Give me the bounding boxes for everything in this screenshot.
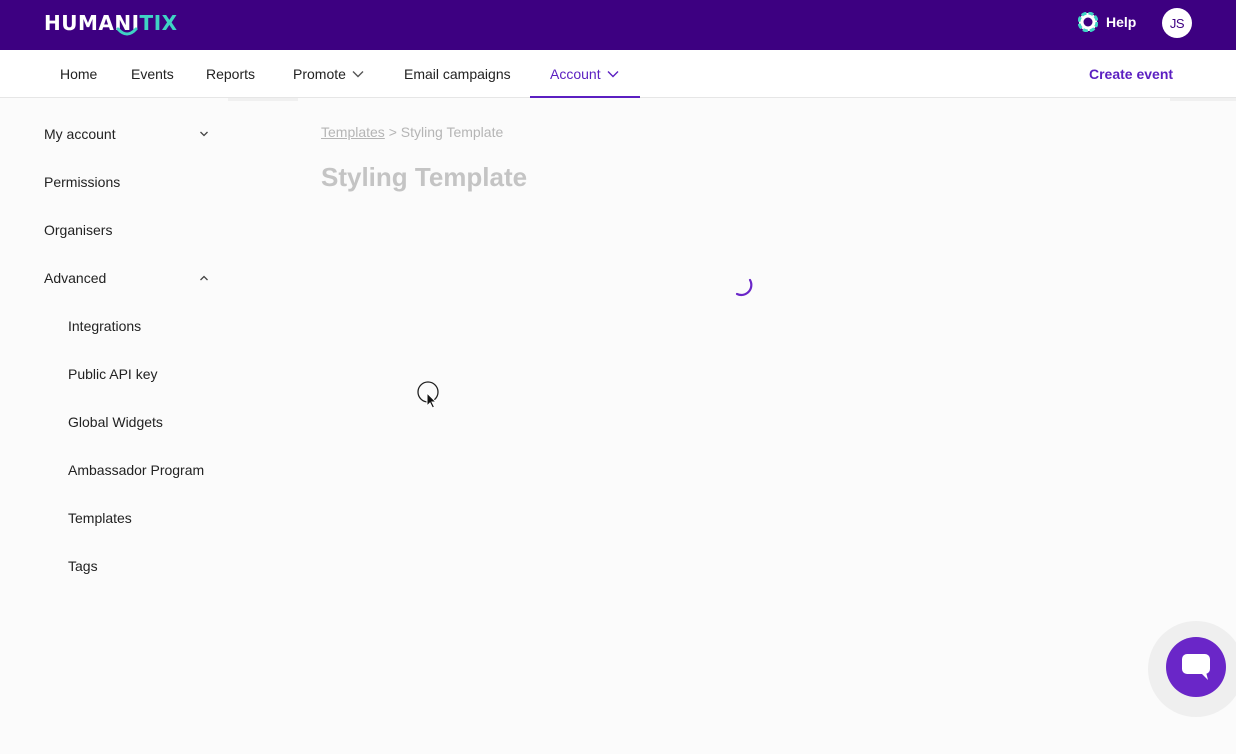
- chevron-down-icon: [607, 71, 619, 78]
- sidebar-item-permissions[interactable]: Permissions: [44, 158, 120, 206]
- nav-item-email-campaigns[interactable]: Email campaigns: [404, 50, 511, 98]
- sidebar-item-public-api-key[interactable]: Public API key: [68, 350, 158, 398]
- active-tab-indicator: [530, 96, 640, 98]
- sidebar-item-ambassador-program[interactable]: Ambassador Program: [68, 446, 204, 494]
- nav-label: Promote: [293, 66, 346, 82]
- logo-swoosh-icon: [116, 27, 138, 36]
- sidebar-item-label: Ambassador Program: [68, 462, 205, 478]
- main-nav: Home Events Reports Promote Email campai…: [0, 50, 1236, 98]
- page-title: Styling Template: [321, 162, 528, 192]
- sidebar-item-label: Integrations: [68, 318, 142, 334]
- content-shadow-right: [1170, 98, 1236, 101]
- nav-item-account[interactable]: Account: [550, 50, 619, 98]
- sidebar-item-label: Public API key: [68, 366, 158, 382]
- breadcrumb-link-templates[interactable]: Templates: [321, 124, 385, 140]
- sidebar-item-integrations[interactable]: Integrations: [68, 302, 141, 350]
- sidebar-item-label: Permissions: [44, 174, 121, 190]
- sidebar-item-my-account[interactable]: My account: [44, 110, 214, 158]
- sidebar-item-templates[interactable]: Templates: [68, 494, 132, 542]
- nav-label: Account: [550, 66, 601, 82]
- humanitix-logo[interactable]: HUMANITIX: [44, 11, 178, 35]
- chevron-down-icon: [352, 71, 364, 78]
- chat-bubble-icon: [1182, 654, 1210, 680]
- chevron-up-icon[interactable]: [199, 275, 209, 281]
- loading-spinner-icon: [735, 278, 753, 297]
- nav-label: Home: [60, 66, 98, 82]
- mouse-cursor-icon: [417, 381, 439, 409]
- chat-button[interactable]: [1166, 637, 1226, 697]
- sidebar-item-label: My account: [44, 126, 116, 142]
- nav-item-events[interactable]: Events: [131, 50, 174, 98]
- nav-item-home[interactable]: Home: [60, 50, 97, 98]
- sidebar-item-label: Advanced: [44, 270, 107, 286]
- breadcrumb-separator: >: [388, 124, 397, 140]
- create-event-button[interactable]: Create event: [1089, 50, 1173, 98]
- content-shadow-left: [228, 98, 298, 101]
- sidebar-item-global-widgets[interactable]: Global Widgets: [68, 398, 163, 446]
- nav-item-reports[interactable]: Reports: [206, 50, 255, 98]
- sidebar-item-advanced[interactable]: Advanced: [44, 254, 214, 302]
- logo-text-accent: TIX: [139, 11, 178, 35]
- sidebar-item-label: Global Widgets: [68, 414, 163, 430]
- nav-item-promote[interactable]: Promote: [293, 50, 364, 98]
- sidebar-item-label: Tags: [68, 558, 98, 574]
- help-label: Help: [1106, 14, 1137, 30]
- help-button[interactable]: Help: [1078, 12, 1136, 32]
- nav-label: Reports: [206, 66, 256, 82]
- lifebuoy-icon: [1078, 12, 1098, 32]
- nav-label: Email campaigns: [404, 66, 511, 82]
- chevron-down-icon[interactable]: [199, 131, 209, 137]
- sidebar-item-label: Organisers: [44, 222, 113, 238]
- sidebar-item-tags[interactable]: Tags: [68, 542, 98, 590]
- nav-label: Events: [131, 66, 174, 82]
- breadcrumb-current: Styling Template: [400, 124, 504, 140]
- breadcrumb: Templates > Styling Template: [321, 124, 503, 140]
- sidebar-item-label: Templates: [68, 510, 132, 526]
- user-avatar[interactable]: JS: [1162, 8, 1192, 38]
- top-header: HUMANITIX Help JS: [0, 0, 1236, 50]
- sidebar-item-organisers[interactable]: Organisers: [44, 206, 112, 254]
